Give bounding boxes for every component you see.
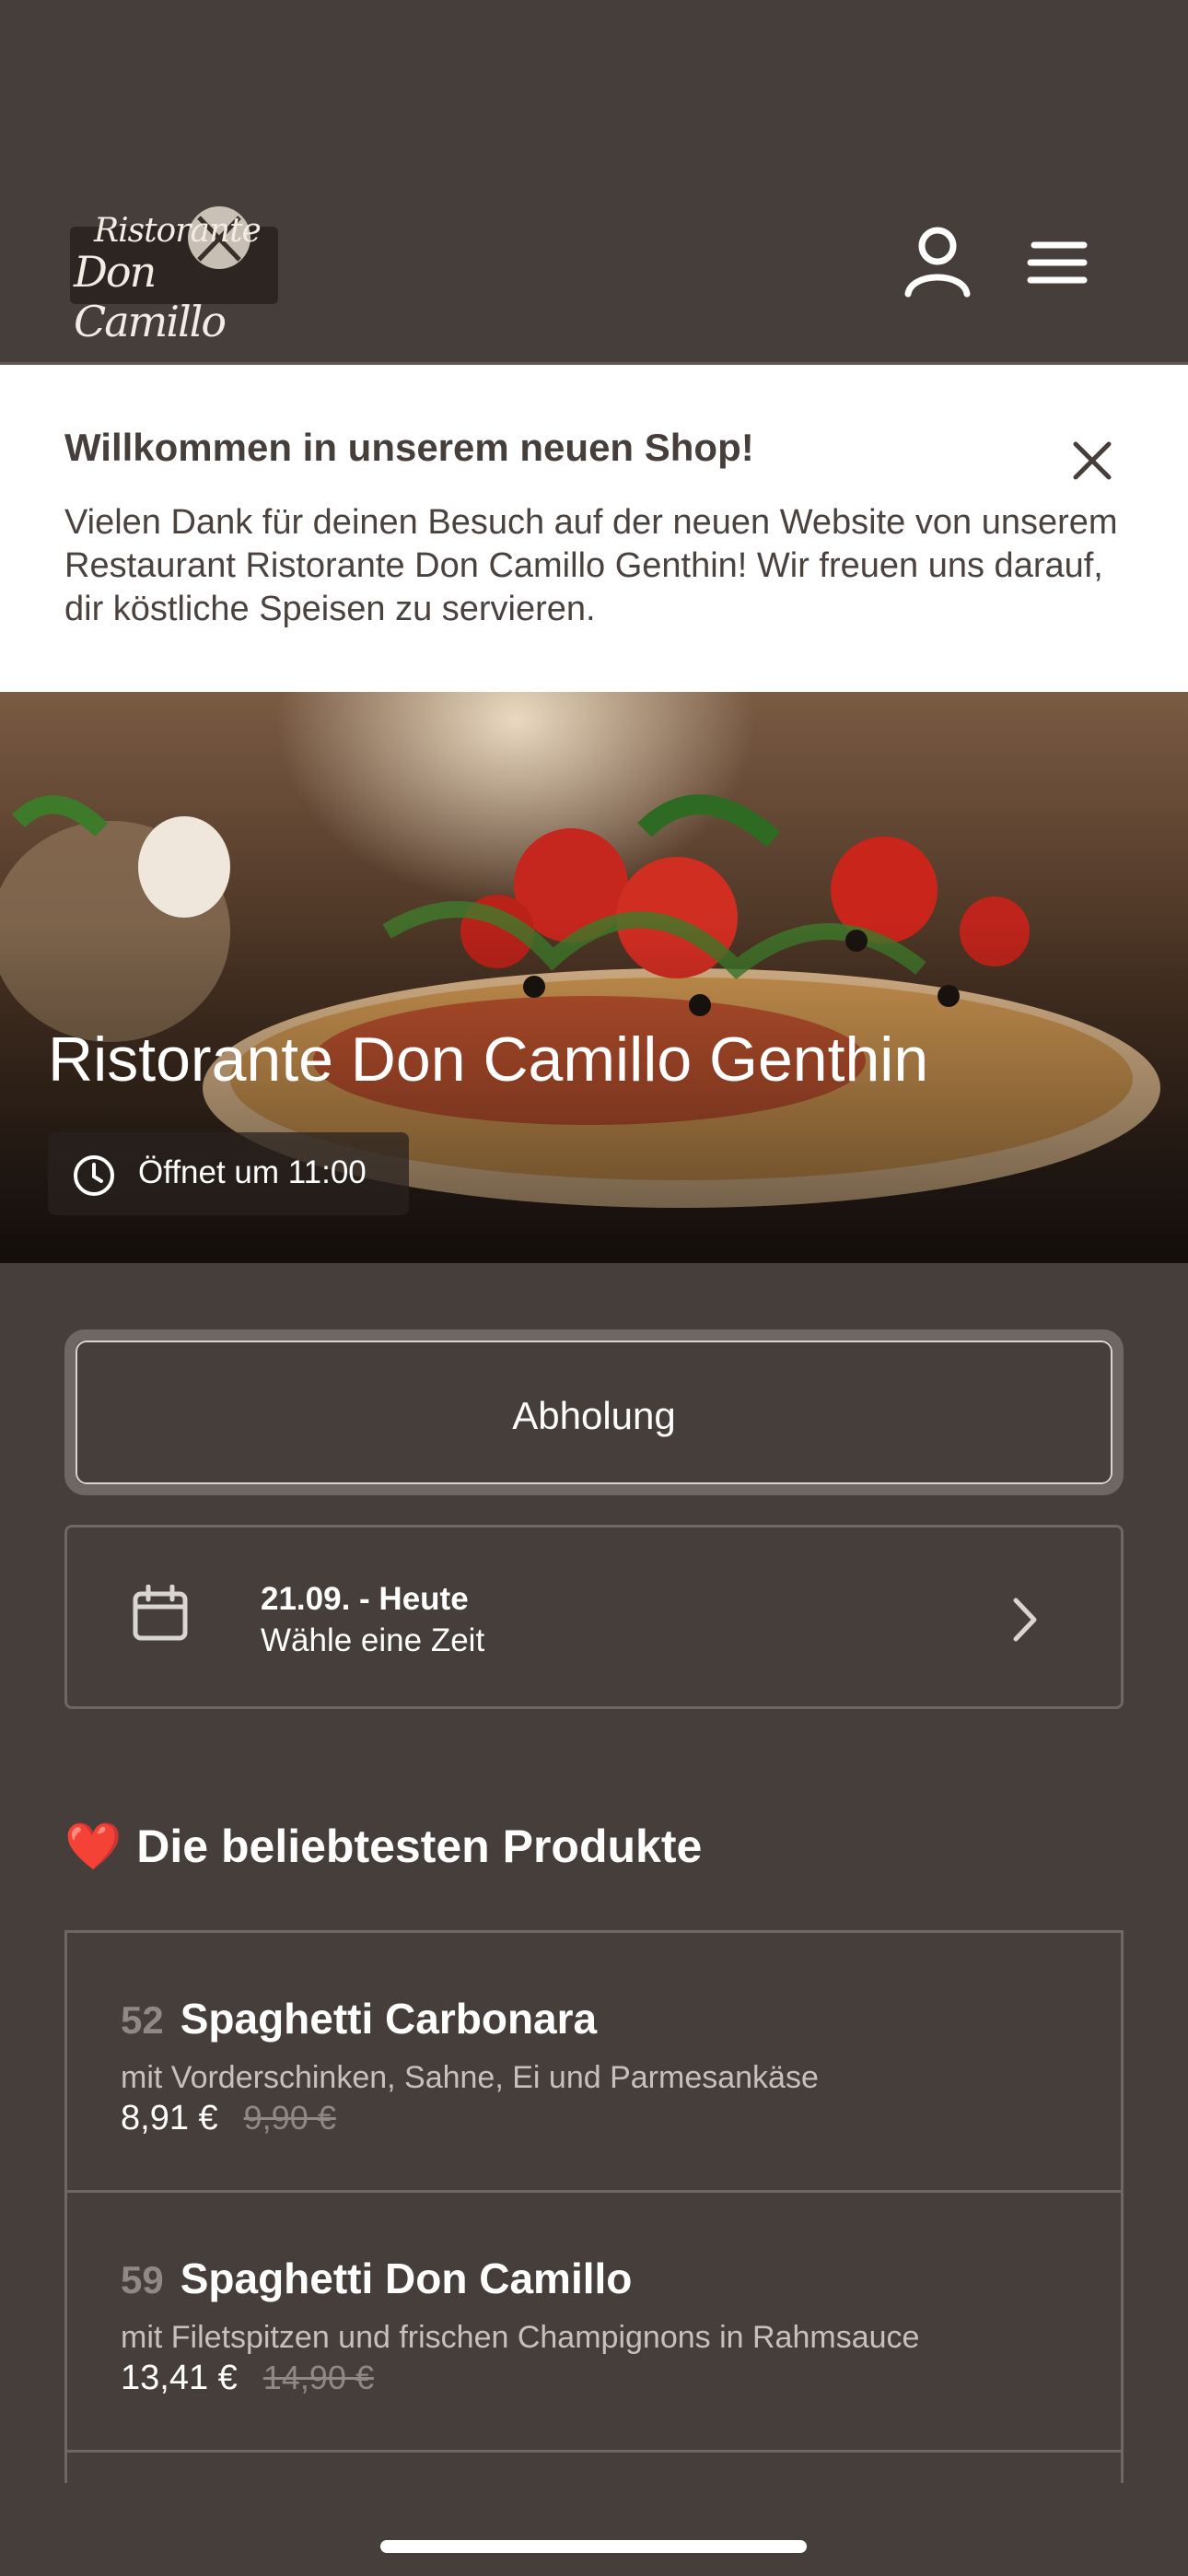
popular-products-label: Die beliebtesten Produkte	[136, 1821, 703, 1872]
user-icon	[904, 227, 971, 298]
hamburger-menu-icon	[1027, 241, 1088, 284]
pickup-label: Abholung	[512, 1394, 676, 1437]
product-description: mit Vorderschinken, Sahne, Ei und Parmes…	[121, 2060, 819, 2095]
product-name: Spaghetti Carbonara	[180, 1995, 598, 2043]
product-name: Spaghetti Don Camillo	[180, 2254, 633, 2302]
product-old-price: 14,90 €	[262, 2359, 374, 2396]
pickup-time-selector[interactable]: 21.09. - Heute Wähle eine Zeit	[64, 1525, 1124, 1709]
product-price: 8,91 €	[121, 2099, 218, 2137]
restaurant-name: Ristorante Don Camillo Genthin	[48, 1025, 929, 1095]
welcome-text: Vielen Dank für deinen Besuch auf der ne…	[64, 503, 1118, 628]
app-header: Ristorante Don Camillo	[0, 0, 1188, 365]
pickup-option-button[interactable]: Abholung	[64, 1329, 1124, 1495]
product-prices: 13,41 € 14,90 €	[121, 2359, 374, 2398]
product-card[interactable]: 52 Spaghetti Carbonara mit Vorderschinken…	[64, 1930, 1124, 2190]
logo-text-don-camillo: Don Camillo	[74, 247, 227, 346]
welcome-banner: Willkommen in unserem neuen Shop! Vielen…	[0, 365, 1188, 692]
popular-products-title: ❤️ Die beliebtesten Produkte	[64, 1820, 702, 1874]
product-prices: 8,91 € 9,90 €	[121, 2099, 336, 2138]
restaurant-logo[interactable]: Ristorante Don Camillo	[64, 203, 282, 346]
product-number: 59	[121, 2258, 164, 2301]
home-indicator[interactable]	[380, 2540, 807, 2553]
logo-text-ristorante: Ristorante	[94, 212, 262, 250]
product-heading: 52 Spaghetti Carbonara	[121, 1994, 597, 2043]
clock-icon	[74, 1155, 114, 1196]
chevron-right-icon	[1013, 1598, 1037, 1642]
pickup-date: 21.09. - Heute	[261, 1581, 469, 1617]
product-heading: 59 Spaghetti Don Camillo	[121, 2254, 632, 2303]
product-card[interactable]: 59 Spaghetti Don Camillo mit Filetspitzen…	[64, 2190, 1124, 2450]
close-icon	[1073, 441, 1112, 480]
product-number: 52	[121, 1998, 164, 2042]
calendar-icon	[133, 1585, 188, 1641]
welcome-title: Willkommen in unserem neuen Shop!	[64, 426, 754, 469]
opening-hours-text: Öffnet um 11:00	[138, 1154, 367, 1190]
heart-icon: ❤️	[64, 1821, 122, 1872]
hero-section: Ristorante Don Camillo Genthin Öffnet um…	[0, 692, 1188, 1263]
account-button[interactable]	[903, 226, 973, 299]
close-banner-button[interactable]	[1066, 435, 1118, 486]
product-card-partial[interactable]	[64, 2450, 1124, 2483]
product-price: 13,41 €	[121, 2359, 238, 2397]
pickup-time-prompt: Wähle eine Zeit	[261, 1622, 485, 1658]
product-description: mit Filetspitzen und frischen Champignon…	[121, 2320, 920, 2355]
menu-button[interactable]	[1027, 240, 1091, 286]
product-old-price: 9,90 €	[243, 2099, 336, 2137]
opening-hours-badge: Öffnet um 11:00	[48, 1132, 409, 1215]
